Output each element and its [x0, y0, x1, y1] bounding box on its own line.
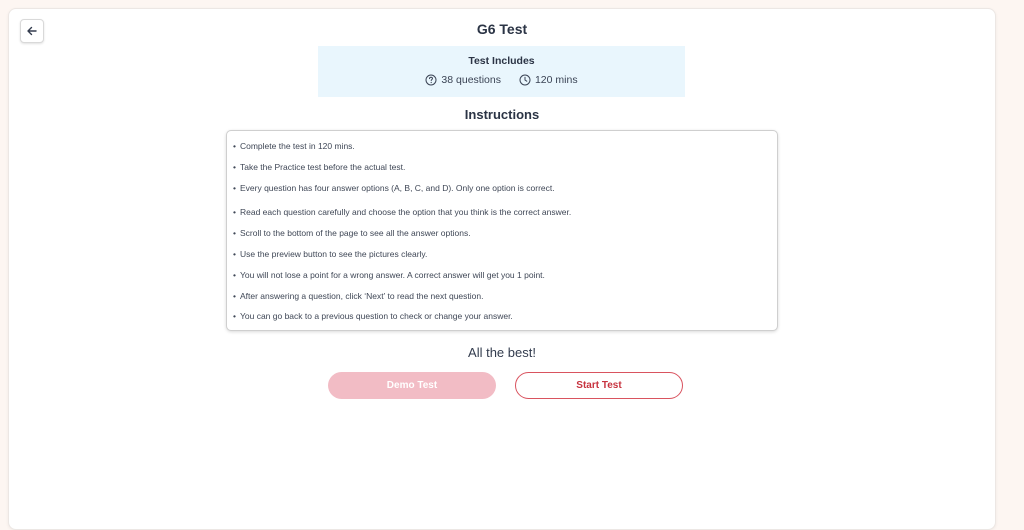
start-test-button[interactable]: Start Test: [515, 372, 683, 399]
instruction-item: After answering a question, click ‘Next’…: [233, 291, 483, 301]
instruction-item: Take the Practice test before the actual…: [233, 162, 405, 172]
instruction-item: Scroll to the bottom of the page to see …: [233, 228, 471, 238]
test-includes-title: Test Includes: [468, 55, 535, 67]
duration: 120 mins: [519, 74, 578, 86]
instructions-box: Complete the test in 120 mins. Take the …: [226, 130, 778, 331]
instruction-item: You can go back to a previous question t…: [233, 311, 513, 321]
clock-icon: [519, 74, 531, 86]
all-the-best-message: All the best!: [468, 345, 536, 360]
instruction-item: Every question has four answer options (…: [233, 183, 555, 193]
demo-test-button[interactable]: Demo Test: [328, 372, 496, 399]
instruction-item: Use the preview button to see the pictur…: [233, 249, 427, 259]
instruction-item: Complete the test in 120 mins.: [233, 141, 355, 151]
instruction-item: You will not lose a point for a wrong an…: [233, 270, 545, 280]
duration-label: 120 mins: [534, 74, 578, 86]
test-meta-row: 38 questions 120 mins: [318, 74, 685, 86]
instruction-item: Read each question carefully and choose …: [233, 207, 571, 217]
instructions-heading: Instructions: [464, 107, 540, 122]
test-card: G6 Test Test Includes 38 questions 120 m…: [8, 8, 996, 530]
questions-count-label: 38 questions: [441, 74, 501, 86]
question-circle-icon: [425, 74, 437, 86]
page-title: G6 Test: [476, 21, 528, 37]
test-includes-panel: Test Includes 38 questions 120 mins: [318, 46, 685, 97]
questions-count: 38 questions: [425, 74, 501, 86]
